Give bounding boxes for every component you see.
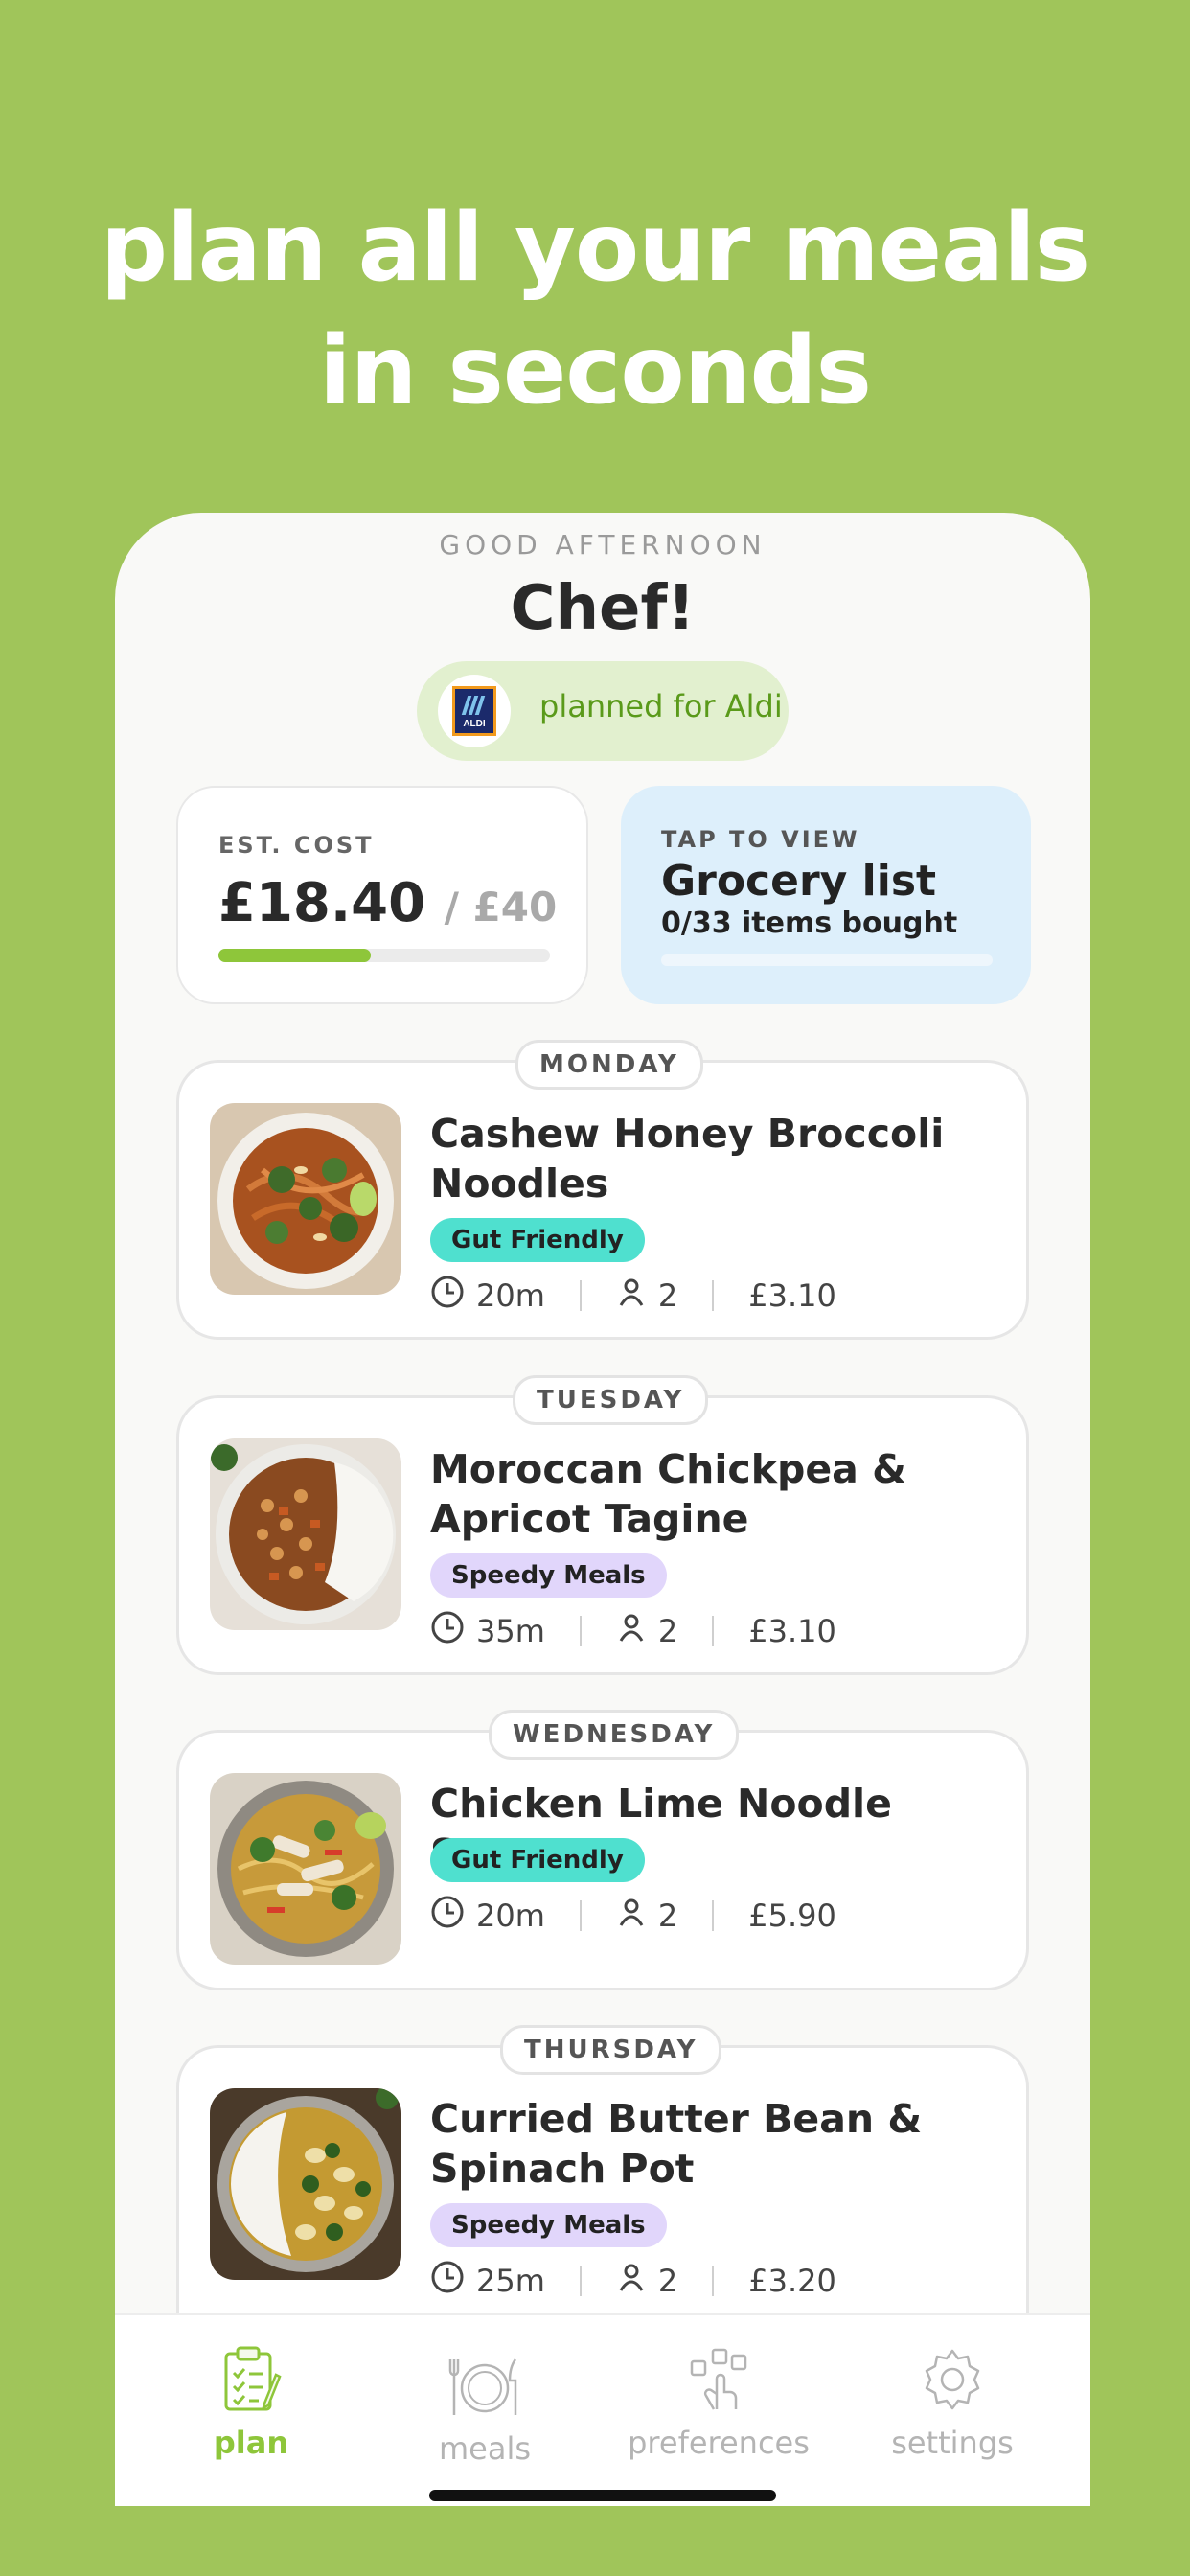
aldi-logo-text: ALDI	[463, 719, 486, 729]
meta-divider	[579, 2266, 582, 2296]
meal-time: 25m	[476, 2263, 545, 2299]
meal-image	[210, 1438, 401, 1630]
meal-meta: 20m 2 £5.90	[430, 1896, 836, 1936]
gear-icon	[837, 2336, 1067, 2413]
clipboard-check-icon	[136, 2336, 366, 2413]
day-label-thursday: THURSDAY	[500, 2025, 722, 2075]
meta-divider	[712, 2266, 715, 2296]
clock-icon	[430, 1275, 465, 1317]
person-icon	[616, 1276, 647, 1315]
tab-label: plan	[213, 2425, 289, 2461]
meal-title: Cashew Honey Broccoli Noodles	[430, 1111, 945, 1207]
clock-icon	[430, 2260, 465, 2302]
promo-headline: plan all your meals in seconds	[0, 187, 1190, 432]
person-icon	[616, 1897, 647, 1935]
meal-price: £3.20	[748, 2263, 836, 2299]
meal-meta: 25m 2 £3.20	[430, 2261, 836, 2301]
meal-image	[210, 1103, 401, 1295]
meal-time: 20m	[476, 1277, 545, 1314]
meal-card-wednesday[interactable]: Chicken Lime Noodle Soup Gut Friendly 20…	[176, 1730, 1029, 1990]
meal-time: 20m	[476, 1898, 545, 1934]
greeting-subtitle: GOOD AFTERNOON	[439, 529, 767, 561]
store-pill[interactable]: ALDI planned for Aldi	[417, 661, 789, 761]
bottom-tab-bar: plan meals preferences settings	[115, 2313, 1090, 2506]
tab-label: preferences	[628, 2425, 810, 2461]
meal-tag: Speedy Meals	[430, 2203, 667, 2247]
store-label: planned for Aldi	[539, 688, 783, 724]
grocery-progress-bar	[661, 954, 993, 966]
meal-servings: 2	[657, 1277, 678, 1314]
cost-value-row: £18.40 / £40	[218, 872, 557, 934]
home-indicator	[429, 2490, 776, 2501]
meal-tag: Speedy Meals	[430, 1553, 667, 1598]
headline-line-1: plan all your meals	[100, 194, 1090, 303]
estimated-cost-card[interactable]: EST. COST £18.40 / £40	[176, 786, 588, 1004]
clock-icon	[430, 1610, 465, 1652]
meal-tag: Gut Friendly	[430, 1838, 645, 1882]
meal-servings: 2	[657, 2263, 678, 2299]
meal-tag: Gut Friendly	[430, 1218, 645, 1262]
greeting-name: Chef!	[510, 573, 696, 644]
meta-divider	[712, 1280, 715, 1311]
meal-price: £3.10	[748, 1277, 836, 1314]
tab-plan[interactable]: plan	[136, 2336, 366, 2461]
meta-divider	[579, 1900, 582, 1931]
meal-title: Curried Butter Bean & Spinach Pot	[430, 2096, 923, 2192]
meta-divider	[579, 1280, 582, 1311]
meal-card-tuesday[interactable]: Moroccan Chickpea & Apricot Tagine Speed…	[176, 1395, 1029, 1675]
clock-icon	[430, 1895, 465, 1937]
meal-price: £3.10	[748, 1613, 836, 1649]
day-label-tuesday: TUESDAY	[513, 1375, 709, 1425]
person-icon	[616, 1612, 647, 1650]
tab-label: settings	[891, 2425, 1014, 2461]
meal-meta: 35m 2 £3.10	[430, 1611, 836, 1651]
tab-settings[interactable]: settings	[837, 2336, 1067, 2461]
grocery-hint: TAP TO VIEW	[661, 826, 860, 853]
grocery-list-card[interactable]: TAP TO VIEW Grocery list 0/33 items boug…	[621, 786, 1031, 1004]
day-label-wednesday: WEDNESDAY	[489, 1710, 740, 1760]
meal-price: £5.90	[748, 1898, 836, 1934]
tab-meals[interactable]: meals	[370, 2342, 600, 2467]
meta-divider	[579, 1616, 582, 1646]
meal-title: Moroccan Chickpea & Apricot Tagine	[430, 1446, 906, 1542]
day-label-monday: MONDAY	[515, 1040, 703, 1090]
cost-value: £18.40	[218, 872, 426, 934]
tap-preferences-icon	[604, 2336, 834, 2413]
meal-image	[210, 2088, 401, 2280]
meal-servings: 2	[657, 1613, 678, 1649]
cost-label: EST. COST	[218, 832, 375, 859]
headline-line-2: in seconds	[319, 316, 872, 426]
meal-image	[210, 1773, 401, 1965]
tab-preferences[interactable]: preferences	[604, 2336, 834, 2461]
meal-meta: 20m 2 £3.10	[430, 1276, 836, 1316]
aldi-logo: ALDI	[438, 675, 511, 748]
tab-label: meals	[438, 2430, 532, 2467]
grocery-status: 0/33 items bought	[661, 907, 958, 940]
grocery-title: Grocery list	[661, 857, 937, 906]
meal-card-monday[interactable]: Cashew Honey Broccoli Noodles Gut Friend…	[176, 1060, 1029, 1340]
plate-cutlery-icon	[370, 2342, 600, 2419]
cost-progress-bar	[218, 949, 550, 962]
person-icon	[616, 2262, 647, 2300]
meta-divider	[712, 1616, 715, 1646]
meal-servings: 2	[657, 1898, 678, 1934]
meal-time: 35m	[476, 1613, 545, 1649]
cost-progress-fill	[218, 949, 372, 962]
meta-divider	[712, 1900, 715, 1931]
cost-budget: / £40	[444, 884, 558, 931]
